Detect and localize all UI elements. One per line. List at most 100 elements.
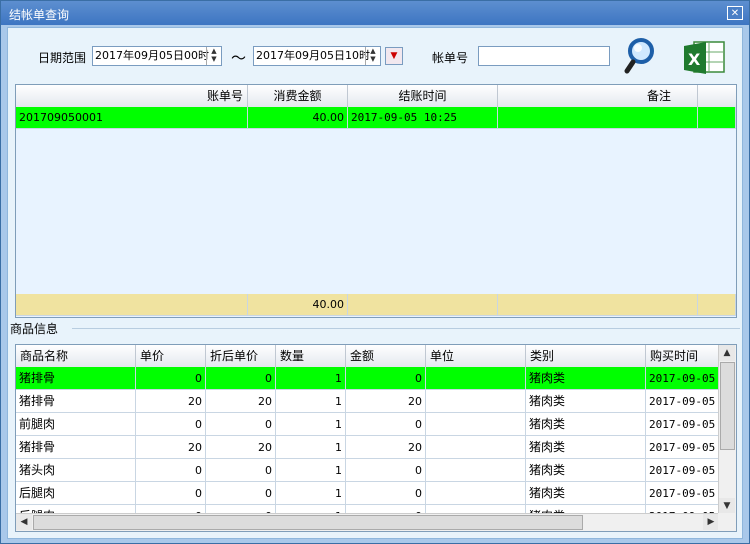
bills-col-remark[interactable]: 备注 bbox=[498, 85, 698, 107]
section-divider bbox=[72, 328, 740, 329]
discount-price-cell: 0 bbox=[206, 367, 276, 390]
table-row[interactable]: 猪排骨0010猪肉类2017-09-05 1 bbox=[16, 367, 719, 390]
date-from-spinner[interactable]: ▲ ▼ bbox=[206, 47, 221, 65]
price-cell: 0 bbox=[136, 482, 206, 505]
filler-cell bbox=[698, 107, 736, 129]
category-cell: 猪肉类 bbox=[526, 390, 646, 413]
date-from-picker[interactable]: 2017年09月05日00时 ▲ ▼ bbox=[92, 46, 222, 66]
unit-cell bbox=[426, 459, 526, 482]
search-icon bbox=[624, 38, 654, 74]
goods-col-category[interactable]: 类别 bbox=[526, 345, 646, 367]
scroll-right-arrow-icon[interactable]: ▶ bbox=[703, 514, 719, 530]
close-icon: ✕ bbox=[730, 8, 740, 19]
goods-col-name[interactable]: 商品名称 bbox=[16, 345, 136, 367]
scroll-up-arrow-icon[interactable]: ▲ bbox=[719, 345, 735, 361]
date-to-picker[interactable]: 2017年09月05日10时 ▲ ▼ bbox=[253, 46, 381, 66]
horizontal-scroll-thumb[interactable] bbox=[33, 515, 583, 530]
bills-col-filler bbox=[698, 85, 736, 107]
amount-cell: 40.00 bbox=[248, 107, 348, 129]
goods-body: 商品名称 单价 折后单价 数量 金额 单位 类别 购买时间 猪排骨 0 0 1 0 猪肉类… bbox=[16, 345, 719, 514]
date-range-label: 日期范围 bbox=[38, 51, 87, 65]
amount-cell: 20 bbox=[346, 436, 426, 459]
table-row[interactable]: 猪头肉0010猪肉类2017-09-05 1 bbox=[16, 459, 719, 482]
goods-col-buy-time[interactable]: 购买时间 bbox=[646, 345, 719, 367]
date-to-spinner[interactable]: ▲ ▼ bbox=[365, 47, 380, 65]
price-cell: 0 bbox=[136, 413, 206, 436]
goods-section-label: 商品信息 bbox=[10, 322, 59, 336]
svg-text:X: X bbox=[688, 50, 701, 69]
name-cell: 猪排骨 bbox=[16, 390, 136, 413]
vertical-scroll-thumb[interactable] bbox=[720, 362, 735, 450]
goods-horizontal-scrollbar[interactable]: ◀ ▶ bbox=[16, 513, 719, 531]
table-row[interactable]: 猪排骨2020120猪肉类2017-09-05 1 bbox=[16, 436, 719, 459]
table-row[interactable]: 猪排骨2020120猪肉类2017-09-05 1 bbox=[16, 390, 719, 413]
scroll-down-arrow-icon[interactable]: ▼ bbox=[719, 498, 735, 514]
range-separator: ～ bbox=[231, 49, 247, 67]
buy-time-cell: 2017-09-05 1 bbox=[646, 390, 719, 413]
bills-header: 账单号 消费金额 结账时间 备注 bbox=[16, 85, 736, 108]
close-button[interactable]: ✕ bbox=[727, 6, 743, 20]
scroll-corner bbox=[718, 513, 736, 531]
unit-cell bbox=[426, 482, 526, 505]
category-cell: 猪肉类 bbox=[526, 459, 646, 482]
name-cell: 后腿肉 bbox=[16, 482, 136, 505]
footer-cell bbox=[498, 294, 698, 316]
footer-cell bbox=[698, 294, 736, 316]
qty-cell: 1 bbox=[276, 390, 346, 413]
date-dropdown-button[interactable]: ▼ bbox=[385, 47, 403, 65]
search-button[interactable] bbox=[624, 36, 664, 76]
bill-no-label: 帐单号 bbox=[432, 51, 469, 65]
unit-cell bbox=[426, 390, 526, 413]
footer-amount-total: 40.00 bbox=[248, 294, 348, 316]
qty-cell: 1 bbox=[276, 413, 346, 436]
buy-time-cell: 2017-09-05 1 bbox=[646, 482, 719, 505]
discount-price-cell: 0 bbox=[206, 482, 276, 505]
unit-cell bbox=[426, 367, 526, 390]
category-cell: 猪肉类 bbox=[526, 367, 646, 390]
goods-grid: 商品名称 单价 折后单价 数量 金额 单位 类别 购买时间 猪排骨 0 0 1 0 猪肉类… bbox=[15, 344, 737, 532]
title-bar[interactable]: 结帐单查询 ✕ bbox=[1, 1, 749, 25]
scroll-left-arrow-icon[interactable]: ◀ bbox=[16, 514, 32, 530]
price-cell: 0 bbox=[136, 367, 206, 390]
buy-time-cell: 2017-09-05 1 bbox=[646, 436, 719, 459]
export-excel-button[interactable]: X bbox=[682, 36, 726, 76]
bill-no-input[interactable] bbox=[478, 46, 610, 66]
goods-col-discount-price[interactable]: 折后单价 bbox=[206, 345, 276, 367]
amount-cell: 0 bbox=[346, 482, 426, 505]
bills-col-time[interactable]: 结账时间 bbox=[348, 85, 498, 107]
goods-col-price[interactable]: 单价 bbox=[136, 345, 206, 367]
buy-time-cell: 2017-09-05 1 bbox=[646, 413, 719, 436]
chevron-down-icon: ▼ bbox=[390, 51, 398, 61]
amount-cell: 0 bbox=[346, 413, 426, 436]
goods-vertical-scrollbar[interactable]: ▲ ▼ bbox=[718, 345, 736, 514]
client-area: 日期范围 2017年09月05日00时 ▲ ▼ ～ 2017年09月05日10时 … bbox=[7, 27, 743, 539]
qty-cell: 1 bbox=[276, 459, 346, 482]
bills-col-bill-no[interactable]: 账单号 bbox=[16, 85, 248, 107]
category-cell: 猪肉类 bbox=[526, 413, 646, 436]
goods-col-qty[interactable]: 数量 bbox=[276, 345, 346, 367]
table-row[interactable]: 201709050001 40.00 2017-09-05 10:25 bbox=[16, 107, 736, 129]
time-cell: 2017-09-05 10:25 bbox=[348, 107, 498, 129]
price-cell: 0 bbox=[136, 459, 206, 482]
discount-price-cell: 20 bbox=[206, 436, 276, 459]
goods-col-unit[interactable]: 单位 bbox=[426, 345, 526, 367]
discount-price-cell: 0 bbox=[206, 459, 276, 482]
qty-cell: 1 bbox=[276, 367, 346, 390]
remark-cell bbox=[498, 107, 698, 129]
table-row[interactable]: 后腿肉0010猪肉类2017-09-05 1 bbox=[16, 482, 719, 505]
query-window: 结帐单查询 ✕ 日期范围 2017年09月05日00时 ▲ ▼ ～ 2017年09… bbox=[0, 0, 750, 544]
goods-col-amount[interactable]: 金额 bbox=[346, 345, 426, 367]
category-cell: 猪肉类 bbox=[526, 482, 646, 505]
bills-col-amount[interactable]: 消费金额 bbox=[248, 85, 348, 107]
unit-cell bbox=[426, 413, 526, 436]
name-cell: 猪头肉 bbox=[16, 459, 136, 482]
name-cell: 猪排骨 bbox=[16, 436, 136, 459]
discount-price-cell: 20 bbox=[206, 390, 276, 413]
amount-cell: 0 bbox=[346, 367, 426, 390]
amount-cell: 0 bbox=[346, 459, 426, 482]
price-cell: 20 bbox=[136, 436, 206, 459]
unit-cell bbox=[426, 436, 526, 459]
goods-header: 商品名称 单价 折后单价 数量 金额 单位 类别 购买时间 bbox=[16, 345, 719, 368]
date-to-value: 2017年09月05日10时 bbox=[256, 49, 370, 62]
table-row[interactable]: 前腿肉0010猪肉类2017-09-05 1 bbox=[16, 413, 719, 436]
